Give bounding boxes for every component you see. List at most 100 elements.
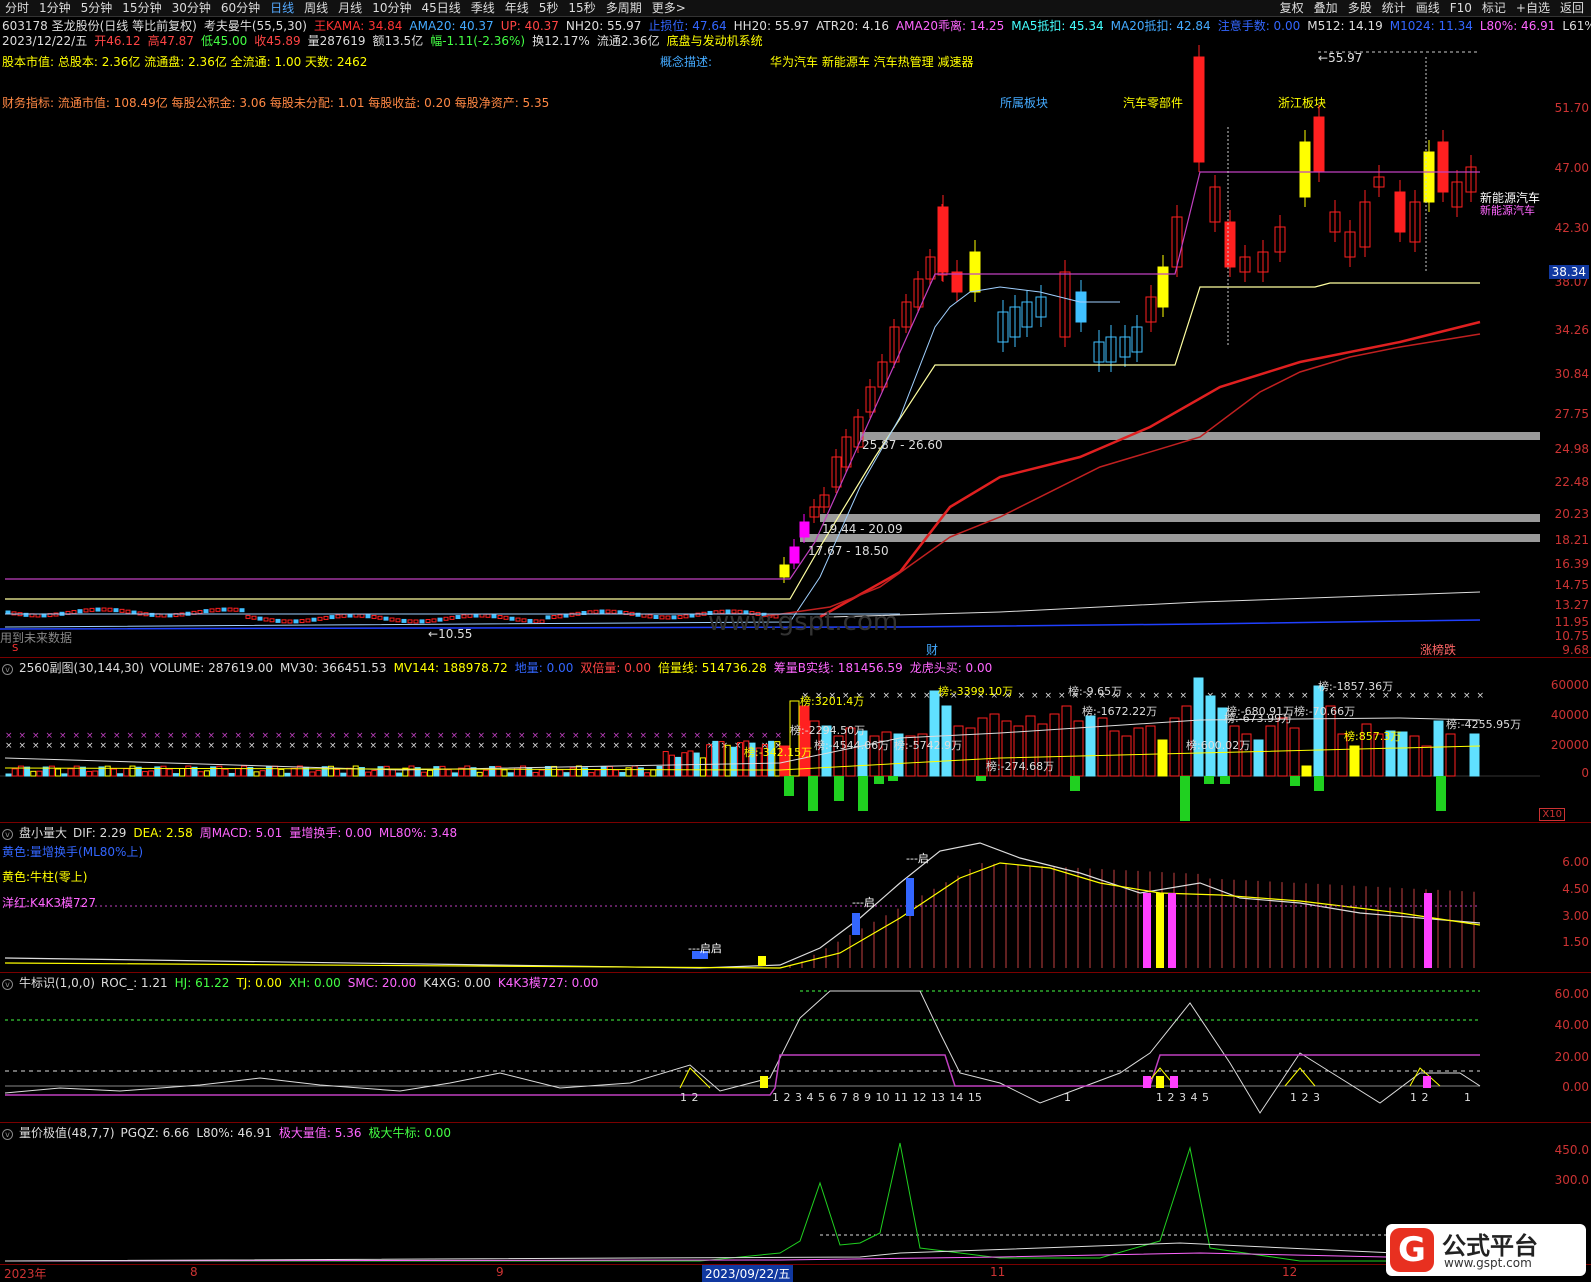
xmark: × bbox=[86, 731, 94, 741]
menu-tool-2[interactable]: 多股 bbox=[1343, 0, 1377, 16]
macd-chart[interactable] bbox=[0, 823, 1591, 973]
menu-tool-5[interactable]: F10 bbox=[1445, 0, 1477, 16]
period-menu: 分时 1分钟 5分钟 15分钟 30分钟 60分钟 日线 周线 月线 10分钟 45日线 季线 年线 5秒… bbox=[0, 0, 691, 16]
volume-panel[interactable]: v 2560副图(30,144,30) VOLUME: 287619.00 MV30:… bbox=[0, 657, 1591, 823]
xmark: × bbox=[1301, 691, 1309, 701]
xmark: × bbox=[1153, 691, 1161, 701]
xmark: × bbox=[140, 731, 148, 741]
candle bbox=[683, 614, 689, 619]
menu-period-6[interactable]: 日线 bbox=[265, 0, 299, 16]
xmark: × bbox=[181, 731, 189, 741]
price-tick-8: 22.48 bbox=[1554, 475, 1589, 489]
menu-tool-3[interactable]: 统计 bbox=[1377, 0, 1411, 16]
menu-period-10[interactable]: 45日线 bbox=[416, 0, 465, 16]
xmark: × bbox=[478, 741, 486, 751]
vol-bar bbox=[507, 772, 514, 777]
vol-bar bbox=[123, 768, 130, 777]
xmark: × bbox=[626, 741, 634, 751]
vol-bar bbox=[1157, 739, 1168, 777]
menu-period-15[interactable]: 多周期 bbox=[601, 0, 647, 16]
vol-bar bbox=[644, 772, 651, 777]
xmark: × bbox=[397, 731, 405, 741]
vol-bar bbox=[160, 765, 167, 777]
menu-period-3[interactable]: 15分钟 bbox=[117, 0, 166, 16]
menu-period-0[interactable]: 分时 bbox=[0, 0, 34, 16]
vol-bar bbox=[613, 769, 620, 777]
price-tick-6: 27.75 bbox=[1554, 407, 1589, 421]
vol-bar bbox=[141, 771, 148, 777]
macd-signal-bar bbox=[906, 878, 914, 916]
ext-line bbox=[5, 1142, 1480, 1262]
xmark: × bbox=[1463, 691, 1471, 701]
date-label-5: 12 bbox=[1282, 1265, 1298, 1279]
vol-label-1: 榜:-3399.10万 bbox=[938, 685, 1014, 698]
candle bbox=[419, 619, 425, 624]
candle bbox=[641, 613, 647, 618]
vol-bar bbox=[563, 772, 570, 777]
candle bbox=[233, 607, 239, 612]
menu-period-14[interactable]: 15秒 bbox=[563, 0, 600, 16]
vol-bar bbox=[451, 772, 458, 777]
candle bbox=[341, 613, 347, 618]
candle bbox=[311, 617, 317, 622]
menu-period-13[interactable]: 5秒 bbox=[534, 0, 564, 16]
extreme-panel[interactable]: v 量价极值(48,7,7) PGQZ: 6.66 L80%: 46.91 极大量值: … bbox=[0, 1122, 1591, 1265]
xmark: × bbox=[383, 741, 391, 751]
xmark: × bbox=[613, 731, 621, 741]
extreme-chart[interactable] bbox=[0, 1123, 1591, 1265]
menu-period-1[interactable]: 1分钟 bbox=[34, 0, 76, 16]
menu-tool-6[interactable]: 标记 bbox=[1477, 0, 1511, 16]
vol-bar bbox=[197, 771, 204, 777]
menu-period-7[interactable]: 周线 bbox=[299, 0, 333, 16]
menu-period-4[interactable]: 30分钟 bbox=[167, 0, 216, 16]
xmark: × bbox=[181, 741, 189, 751]
candle bbox=[401, 618, 407, 623]
menu-tool-4[interactable]: 画线 bbox=[1411, 0, 1445, 16]
vol-bar bbox=[117, 773, 124, 777]
xmark: × bbox=[437, 741, 445, 751]
candle bbox=[251, 615, 257, 620]
date-axis: 2023年 8 9 2023/09/22/五 11 12 bbox=[0, 1264, 1591, 1282]
candle bbox=[323, 615, 329, 620]
vol-bar bbox=[594, 769, 601, 777]
candle bbox=[503, 615, 509, 620]
ma-line bbox=[4, 286, 1120, 628]
menu-period-12[interactable]: 年线 bbox=[500, 0, 534, 16]
bull-signal-panel[interactable]: v 牛标识(1,0,0) ROC_: 1.21 HJ: 61.22 TJ: 0.00 XH… bbox=[0, 972, 1591, 1123]
menu-tool-0[interactable]: 复权 bbox=[1275, 0, 1309, 16]
vol-bar bbox=[216, 765, 223, 777]
candlestick-chart[interactable] bbox=[0, 17, 1591, 657]
vol-bar bbox=[365, 771, 372, 777]
main-chart-panel[interactable]: 603178 圣龙股份(日线 等比前复权) 考夫曼牛(55,5,30) 王KAMA:… bbox=[0, 17, 1591, 657]
vol-bar bbox=[11, 768, 18, 777]
menu-period-9[interactable]: 10分钟 bbox=[367, 0, 416, 16]
menu-tool-8[interactable]: 返回 bbox=[1555, 0, 1589, 16]
xmark: × bbox=[86, 741, 94, 751]
xmark: × bbox=[302, 731, 310, 741]
menu-period-16[interactable]: 更多> bbox=[647, 0, 691, 16]
vol-neg-bar bbox=[976, 776, 986, 781]
period-menubar: 分时 1分钟 5分钟 15分钟 30分钟 60分钟 日线 周线 月线 10分钟 45日线 季线 年线 5秒… bbox=[0, 0, 1591, 17]
macd-panel[interactable]: v 盘小量大 DIF: 2.29 DEA: 2.58 周MACD: 5.01 量增换手: … bbox=[0, 822, 1591, 973]
xmark: × bbox=[100, 731, 108, 741]
xmark: × bbox=[505, 731, 513, 741]
vol-neg-bar bbox=[888, 776, 898, 781]
vol-bar bbox=[544, 766, 551, 777]
vol-bar bbox=[129, 765, 136, 777]
xmark: × bbox=[1288, 691, 1296, 701]
xmark: × bbox=[586, 731, 594, 741]
ext-tick-1: 300.0 bbox=[1554, 1173, 1589, 1187]
candle bbox=[113, 608, 119, 613]
xmark: × bbox=[221, 741, 229, 751]
menu-period-2[interactable]: 5分钟 bbox=[76, 0, 118, 16]
menu-period-8[interactable]: 月线 bbox=[333, 0, 367, 16]
menu-tool-7[interactable]: +自选 bbox=[1511, 0, 1555, 16]
xmark: × bbox=[140, 741, 148, 751]
menu-period-5[interactable]: 60分钟 bbox=[216, 0, 265, 16]
menu-period-11[interactable]: 季线 bbox=[466, 0, 500, 16]
vol-bar bbox=[55, 768, 62, 777]
menu-tool-1[interactable]: 叠加 bbox=[1309, 0, 1343, 16]
xmark: × bbox=[869, 691, 877, 701]
xmark: × bbox=[491, 741, 499, 751]
xmark: × bbox=[329, 731, 337, 741]
